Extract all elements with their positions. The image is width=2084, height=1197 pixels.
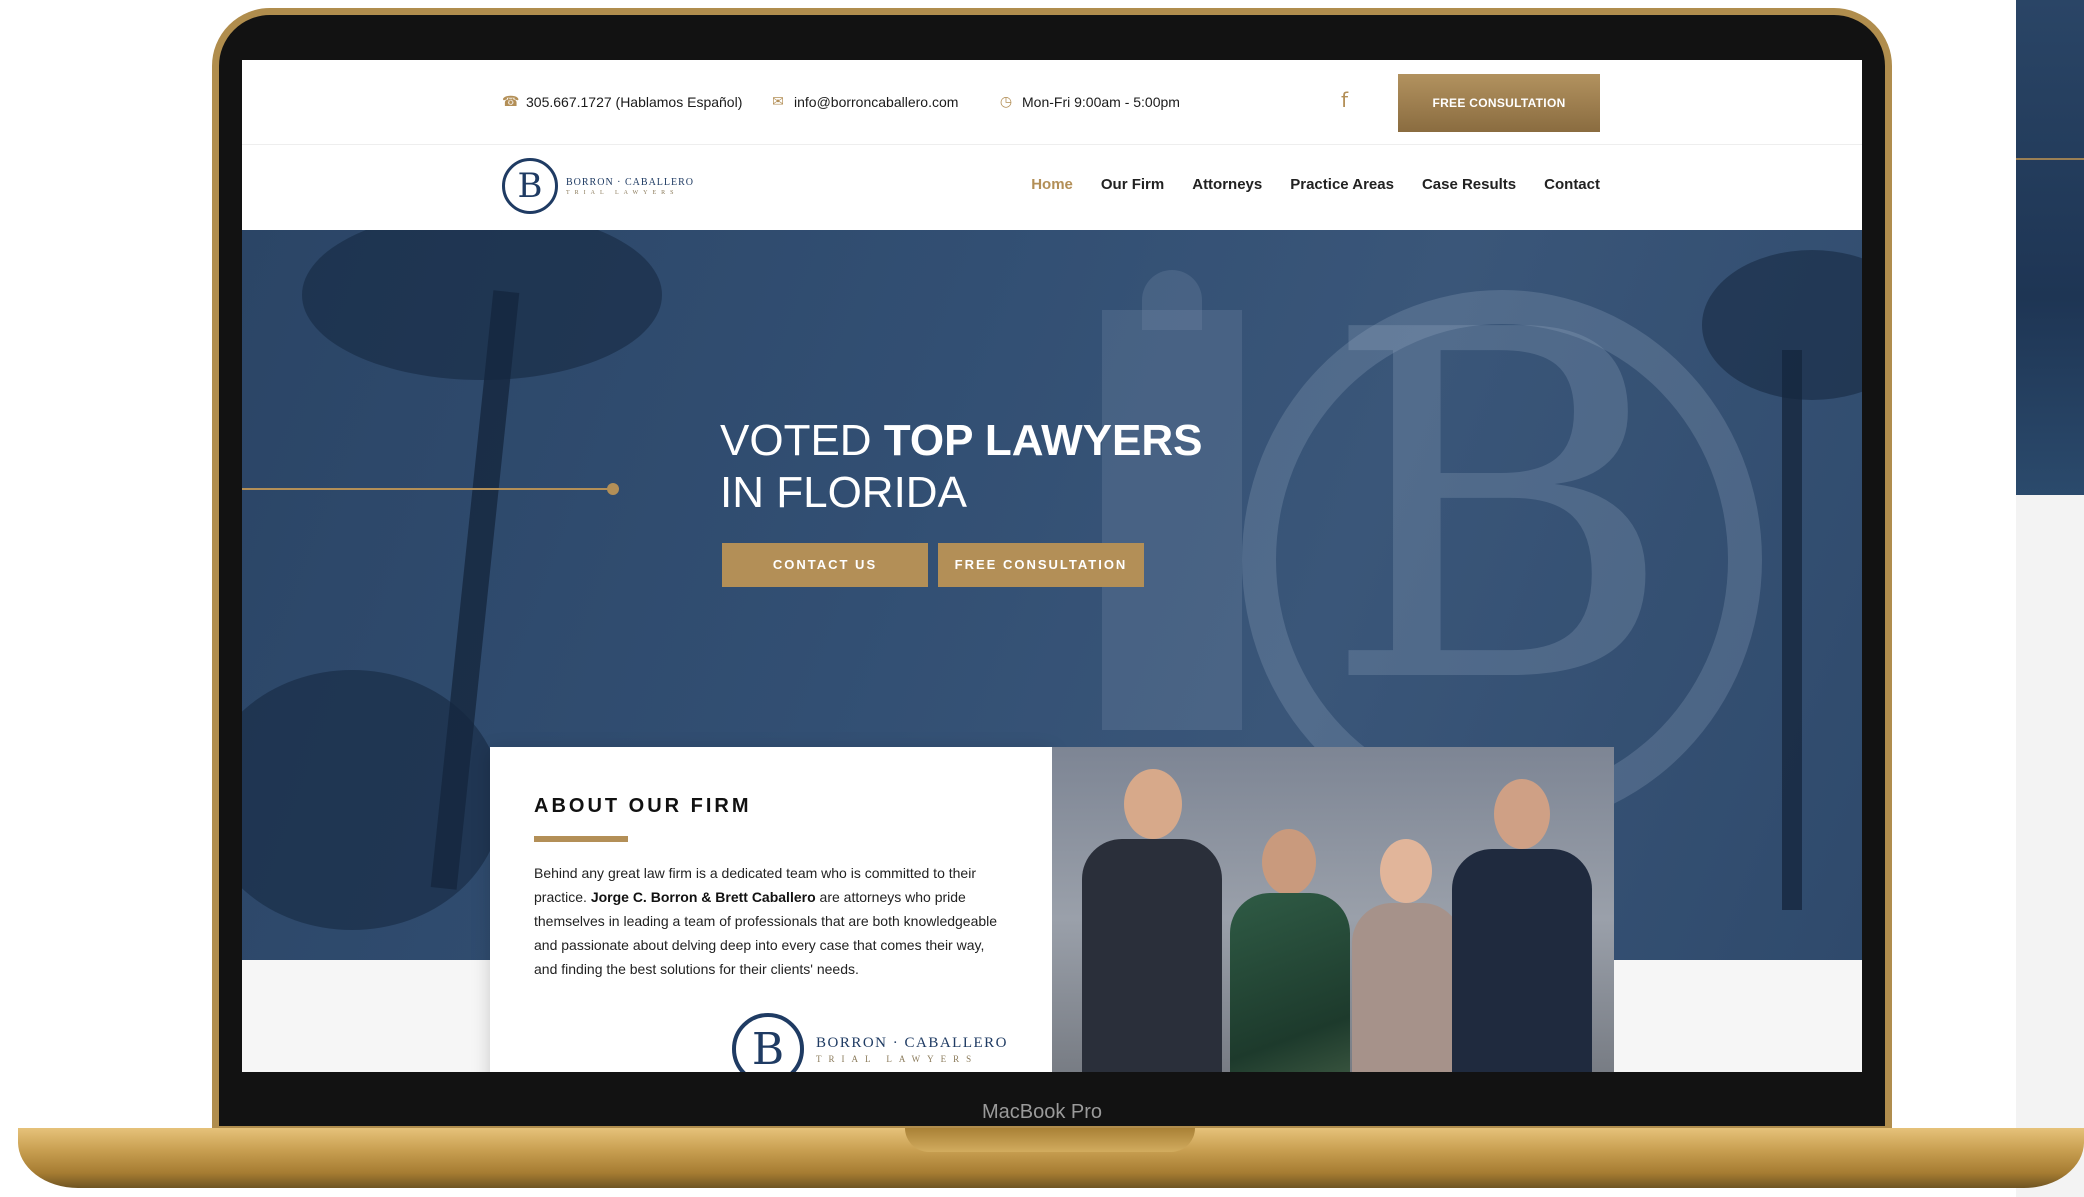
- about-logo-wordmark: BORRON · CABALLERO TRIAL LAWYERS: [816, 1035, 1008, 1064]
- hero-title-bold: TOP LAWYERS: [883, 416, 1203, 465]
- facebook-icon[interactable]: f: [1341, 88, 1348, 112]
- free-consultation-top-button[interactable]: FREE CONSULTATION: [1398, 74, 1600, 132]
- palm-crown: [302, 230, 662, 380]
- about-logo-monogram-icon: B: [732, 1013, 804, 1072]
- logo-name: BORRON · CABALLERO: [566, 176, 695, 188]
- side-divider: [2016, 158, 2084, 160]
- about-logo-name: BORRON · CABALLERO: [816, 1034, 1009, 1051]
- palm-trunk-right: [1782, 350, 1802, 910]
- hero-accent-dot: [607, 483, 619, 495]
- clock-icon: ◷: [999, 93, 1013, 109]
- person-3-dress: [1352, 903, 1462, 1072]
- about-text-names: Jorge C. Borron & Brett Caballero: [590, 889, 816, 905]
- team-photo: [1052, 747, 1614, 1072]
- laptop-screen: ☎ 305.667.1727 (Hablamos Español) ✉ info…: [242, 60, 1862, 1072]
- primary-nav: Home Our Firm Attorneys Practice Areas C…: [1031, 176, 1600, 193]
- nav-practice-areas[interactable]: Practice Areas: [1290, 176, 1394, 193]
- nav-case-results[interactable]: Case Results: [1422, 176, 1516, 193]
- about-logo: B BORRON · CABALLERO TRIAL LAWYERS: [732, 1013, 1008, 1072]
- contact-us-button[interactable]: CONTACT US: [722, 543, 928, 587]
- about-body: Behind any great law firm is a dedicated…: [534, 861, 1004, 981]
- laptop-notch: [905, 1128, 1195, 1152]
- person-4: [1452, 779, 1592, 1072]
- about-title-rule: [534, 836, 628, 842]
- device-label: MacBook Pro: [981, 1101, 1103, 1123]
- person-3-head: [1380, 839, 1432, 903]
- person-2-dress: [1230, 893, 1350, 1072]
- logo-wordmark: BORRON · CABALLERO TRIAL LAWYERS: [566, 177, 694, 196]
- hero-title-light: VOTED: [720, 416, 884, 465]
- tower-silhouette: [1102, 310, 1242, 730]
- palm-crown-right: [1702, 250, 1862, 400]
- hours-text: Mon-Fri 9:00am - 5:00pm: [1022, 93, 1180, 110]
- side-hero-photo: [2016, 0, 2084, 495]
- free-consultation-hero-button[interactable]: FREE CONSULTATION: [938, 543, 1144, 587]
- hero-headline: VOTED TOP LAWYERS IN FLORIDA: [720, 415, 1202, 519]
- nav-our-firm[interactable]: Our Firm: [1101, 176, 1164, 193]
- nav-home[interactable]: Home: [1031, 176, 1073, 193]
- person-2-head: [1262, 829, 1316, 895]
- person-3: [1352, 839, 1462, 1072]
- person-4-suit: [1452, 849, 1592, 1072]
- person-1-head: [1124, 769, 1182, 839]
- nav-contact[interactable]: Contact: [1544, 176, 1600, 193]
- watermark-letter: B: [1322, 230, 1675, 789]
- phone-icon: ☎: [502, 93, 520, 109]
- side-page-preview: [2016, 0, 2084, 1197]
- person-2: [1230, 829, 1350, 1072]
- person-1-suit: [1082, 839, 1222, 1072]
- about-card: ABOUT OUR FIRM Behind any great law firm…: [490, 747, 1052, 1072]
- logo-monogram-icon: B: [502, 158, 558, 214]
- main-header: B BORRON · CABALLERO TRIAL LAWYERS Home …: [242, 146, 1862, 230]
- about-logo-subtitle: TRIAL LAWYERS: [816, 1053, 979, 1064]
- phone-text: 305.667.1727 (Hablamos Español): [526, 93, 743, 110]
- logo-subtitle: TRIAL LAWYERS: [566, 189, 679, 196]
- tower-dome: [1142, 270, 1202, 330]
- phone-link[interactable]: ☎ 305.667.1727 (Hablamos Español): [502, 93, 742, 110]
- envelope-icon: ✉: [772, 93, 784, 109]
- about-title: ABOUT OUR FIRM: [534, 795, 752, 817]
- nav-attorneys[interactable]: Attorneys: [1192, 176, 1262, 193]
- site-logo[interactable]: B BORRON · CABALLERO TRIAL LAWYERS: [502, 158, 694, 214]
- email-link[interactable]: ✉ info@borroncaballero.com: [770, 93, 958, 110]
- mockup-stage: ☎ 305.667.1727 (Hablamos Español) ✉ info…: [0, 0, 2084, 1197]
- hero-accent-line: [242, 488, 614, 490]
- email-text: info@borroncaballero.com: [794, 93, 959, 110]
- hero-title-line2: IN FLORIDA: [720, 468, 967, 517]
- top-bar: ☎ 305.667.1727 (Hablamos Español) ✉ info…: [242, 60, 1862, 145]
- person-4-head: [1494, 779, 1550, 849]
- person-1: [1082, 769, 1222, 1072]
- office-hours: ◷ Mon-Fri 9:00am - 5:00pm: [998, 93, 1180, 110]
